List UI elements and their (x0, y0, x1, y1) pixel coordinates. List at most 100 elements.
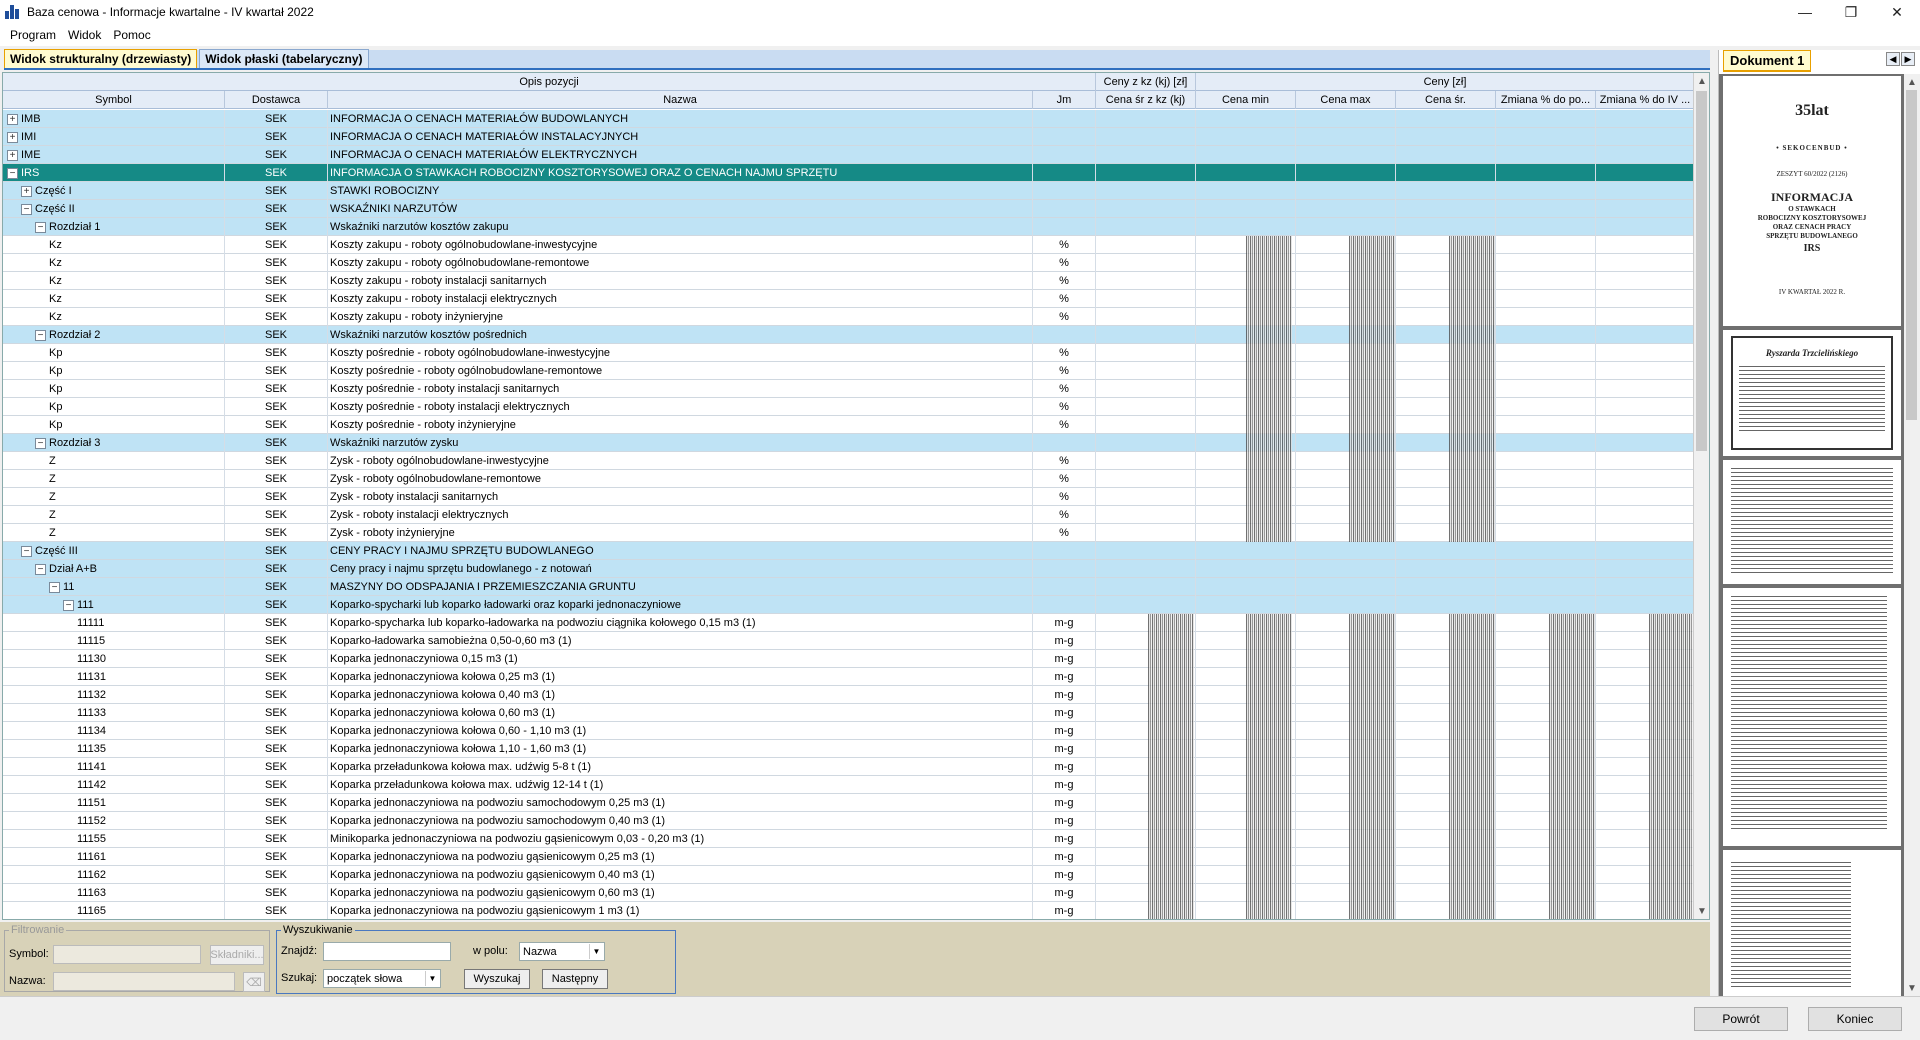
table-row[interactable]: 11163 SEK Koparka jednonaczyniowa na podwo… (3, 884, 1695, 902)
collapse-icon[interactable]: − (21, 545, 32, 557)
clear-filter-button[interactable]: ⌫ (243, 972, 265, 992)
table-row[interactable]: Kp SEK Koszty pośrednie - roboty ogólnobud… (3, 344, 1695, 362)
scroll-down-icon[interactable]: ▼ (1694, 903, 1709, 919)
table-row[interactable]: + IMI SEK INFORMACJA O CENACH MATERIAŁÓW IN… (3, 128, 1695, 146)
tab-structural-view[interactable]: Widok strukturalny (drzewiasty) (4, 49, 198, 68)
col-nazwa[interactable]: Nazwa (328, 91, 1033, 109)
table-row[interactable]: 11130 SEK Koparka jednonaczyniowa 0,15 m3 … (3, 650, 1695, 668)
expand-icon[interactable]: + (7, 113, 18, 125)
collapse-icon[interactable]: − (7, 167, 18, 179)
table-row[interactable]: 11165 SEK Koparka jednonaczyniowa na podwo… (3, 902, 1695, 919)
table-row[interactable]: −11 SEK MASZYNY DO ODSPAJANIA I PRZEMIESZC… (3, 578, 1695, 596)
table-row[interactable]: 11152 SEK Koparka jednonaczyniowa na podwo… (3, 812, 1695, 830)
table-row[interactable]: 11141 SEK Koparka przeładunkowa kołowa max… (3, 758, 1695, 776)
collapse-icon[interactable]: − (35, 221, 46, 233)
collapse-icon[interactable]: − (21, 203, 32, 215)
expand-icon[interactable]: + (7, 131, 18, 143)
table-row[interactable]: − IRS SEK INFORMACJA O STAWKACH ROBOCIZNY K… (3, 164, 1695, 182)
next-document-icon[interactable]: ▶ (1901, 52, 1915, 66)
table-row[interactable]: 11161 SEK Koparka jednonaczyniowa na podwo… (3, 848, 1695, 866)
table-row[interactable]: Z SEK Zysk - roboty ogólnobudowlane-inwest… (3, 452, 1695, 470)
table-row[interactable]: − Rozdział 1 SEK Wskaźniki narzutów kosztów… (3, 218, 1695, 236)
menu-widok[interactable]: Widok (62, 28, 107, 42)
collapse-icon[interactable]: − (49, 581, 60, 593)
match-mode-select[interactable]: początek słowa ▼ (323, 969, 441, 988)
document-page-memorial[interactable]: Ryszarda Trzcielińskiego (1723, 330, 1901, 456)
table-row[interactable]: Z SEK Zysk - roboty inżynieryjne% (3, 524, 1695, 542)
grid-scroll-thumb[interactable] (1696, 91, 1707, 451)
menu-program[interactable]: Program (4, 28, 62, 42)
table-row[interactable]: 11111 SEK Koparko-spycharka lub koparko-ła… (3, 614, 1695, 632)
col-cena-max[interactable]: Cena max (1296, 91, 1396, 109)
close-button[interactable]: ✕ (1874, 0, 1920, 24)
minimize-button[interactable]: — (1782, 0, 1828, 24)
table-row[interactable]: Kp SEK Koszty pośrednie - roboty instalacj… (3, 398, 1695, 416)
table-row[interactable]: 11131 SEK Koparka jednonaczyniowa kołowa 0… (3, 668, 1695, 686)
table-row[interactable]: Kp SEK Koszty pośrednie - roboty inżyniery… (3, 416, 1695, 434)
find-next-button[interactable]: Następny (542, 969, 608, 989)
tab-flat-view[interactable]: Widok płaski (tabelaryczny) (199, 49, 369, 68)
table-row[interactable]: 11135 SEK Koparka jednonaczyniowa kołowa 1… (3, 740, 1695, 758)
document-scrollbar[interactable]: ▲ ▼ (1904, 74, 1920, 996)
field-select[interactable]: Nazwa ▼ (519, 942, 605, 961)
filter-symbol-input[interactable] (53, 945, 201, 964)
table-row[interactable]: Kp SEK Koszty pośrednie - roboty ogólnobud… (3, 362, 1695, 380)
document-scroll-thumb[interactable] (1906, 90, 1917, 420)
end-button[interactable]: Koniec (1808, 1007, 1902, 1031)
table-row[interactable]: Kz SEK Koszty zakupu - roboty instalacji s… (3, 272, 1695, 290)
table-row[interactable]: − Część III SEK CENY PRACY I NAJMU SPRZĘTU … (3, 542, 1695, 560)
document-page-contents[interactable] (1723, 588, 1901, 846)
search-input[interactable] (323, 942, 451, 961)
table-row[interactable]: Z SEK Zysk - roboty instalacji sanitarnych… (3, 488, 1695, 506)
menu-pomoc[interactable]: Pomoc (107, 28, 156, 42)
collapse-icon[interactable]: − (35, 329, 46, 341)
col-cena-min[interactable]: Cena min (1196, 91, 1296, 109)
table-row[interactable]: Z SEK Zysk - roboty instalacji elektryczny… (3, 506, 1695, 524)
table-row[interactable]: 11151 SEK Koparka jednonaczyniowa na podwo… (3, 794, 1695, 812)
col-dostawca[interactable]: Dostawca (225, 91, 328, 109)
table-row[interactable]: − Rozdział 2 SEK Wskaźniki narzutów kosztów… (3, 326, 1695, 344)
col-jm[interactable]: Jm (1033, 91, 1096, 109)
scroll-down-icon[interactable]: ▼ (1904, 980, 1920, 996)
table-row[interactable]: + Część I SEK STAWKI ROBOCIZNY (3, 182, 1695, 200)
table-row[interactable]: 11142 SEK Koparka przeładunkowa kołowa max… (3, 776, 1695, 794)
col-cena-sr[interactable]: Cena śr. (1396, 91, 1496, 109)
grid-scrollbar[interactable]: ▲ ▼ (1693, 73, 1709, 919)
table-row[interactable]: Z SEK Zysk - roboty ogólnobudowlane-remont… (3, 470, 1695, 488)
table-row[interactable]: Kp SEK Koszty pośrednie - roboty instalacj… (3, 380, 1695, 398)
document-page-cover[interactable]: 35lat • SEKOCENBUD • ZESZYT 60/2022 (212… (1723, 76, 1901, 326)
table-row[interactable]: − Dział A+B SEK Ceny pracy i najmu sprzętu … (3, 560, 1695, 578)
table-row[interactable]: −111 SEK Koparko-spycharki lub koparko ład… (3, 596, 1695, 614)
table-row[interactable]: Kz SEK Koszty zakupu - roboty ogólnobudowl… (3, 236, 1695, 254)
table-row[interactable]: + IME SEK INFORMACJA O CENACH MATERIAŁÓW EL… (3, 146, 1695, 164)
col-cena-sr-kz[interactable]: Cena śr z kz (kj) (1096, 91, 1196, 109)
table-row[interactable]: + IMB SEK INFORMACJA O CENACH MATERIAŁÓW BU… (3, 110, 1695, 128)
table-row[interactable]: 11134 SEK Koparka jednonaczyniowa kołowa 0… (3, 722, 1695, 740)
col-zmiana-iv[interactable]: Zmiana % do IV ... (1596, 91, 1695, 109)
expand-icon[interactable]: + (7, 149, 18, 161)
maximize-button[interactable]: ❐ (1828, 0, 1874, 24)
table-row[interactable]: − Rozdział 3 SEK Wskaźniki narzutów zysku (3, 434, 1695, 452)
scroll-up-icon[interactable]: ▲ (1694, 73, 1709, 89)
table-row[interactable]: 11115 SEK Koparko-ładowarka samobieżna 0,5… (3, 632, 1695, 650)
back-button[interactable]: Powrót (1694, 1007, 1788, 1031)
table-row[interactable]: − Część II SEK WSKAŹNIKI NARZUTÓW (3, 200, 1695, 218)
table-row[interactable]: Kz SEK Koszty zakupu - roboty inżynieryjne… (3, 308, 1695, 326)
find-button[interactable]: Wyszukaj (464, 969, 530, 989)
skladniki-button[interactable]: Składniki... (210, 945, 264, 965)
scroll-up-icon[interactable]: ▲ (1904, 74, 1920, 90)
table-row[interactable]: Kz SEK Koszty zakupu - roboty ogólnobudowl… (3, 254, 1695, 272)
document-page-next[interactable] (1723, 850, 1901, 996)
expand-icon[interactable]: + (21, 185, 32, 197)
document-tab[interactable]: Dokument 1 (1723, 50, 1812, 72)
table-row[interactable]: 11162 SEK Koparka jednonaczyniowa na podwo… (3, 866, 1695, 884)
table-row[interactable]: 11132 SEK Koparka jednonaczyniowa kołowa 0… (3, 686, 1695, 704)
prev-document-icon[interactable]: ◀ (1886, 52, 1900, 66)
col-symbol[interactable]: Symbol (3, 91, 225, 109)
table-row[interactable]: 11155 SEK Minikoparka jednonaczyniowa na p… (3, 830, 1695, 848)
table-row[interactable]: 11133 SEK Koparka jednonaczyniowa kołowa 0… (3, 704, 1695, 722)
collapse-icon[interactable]: − (35, 563, 46, 575)
document-page-credits[interactable] (1723, 460, 1901, 584)
table-row[interactable]: Kz SEK Koszty zakupu - roboty instalacji e… (3, 290, 1695, 308)
filter-nazwa-input[interactable] (53, 972, 235, 991)
